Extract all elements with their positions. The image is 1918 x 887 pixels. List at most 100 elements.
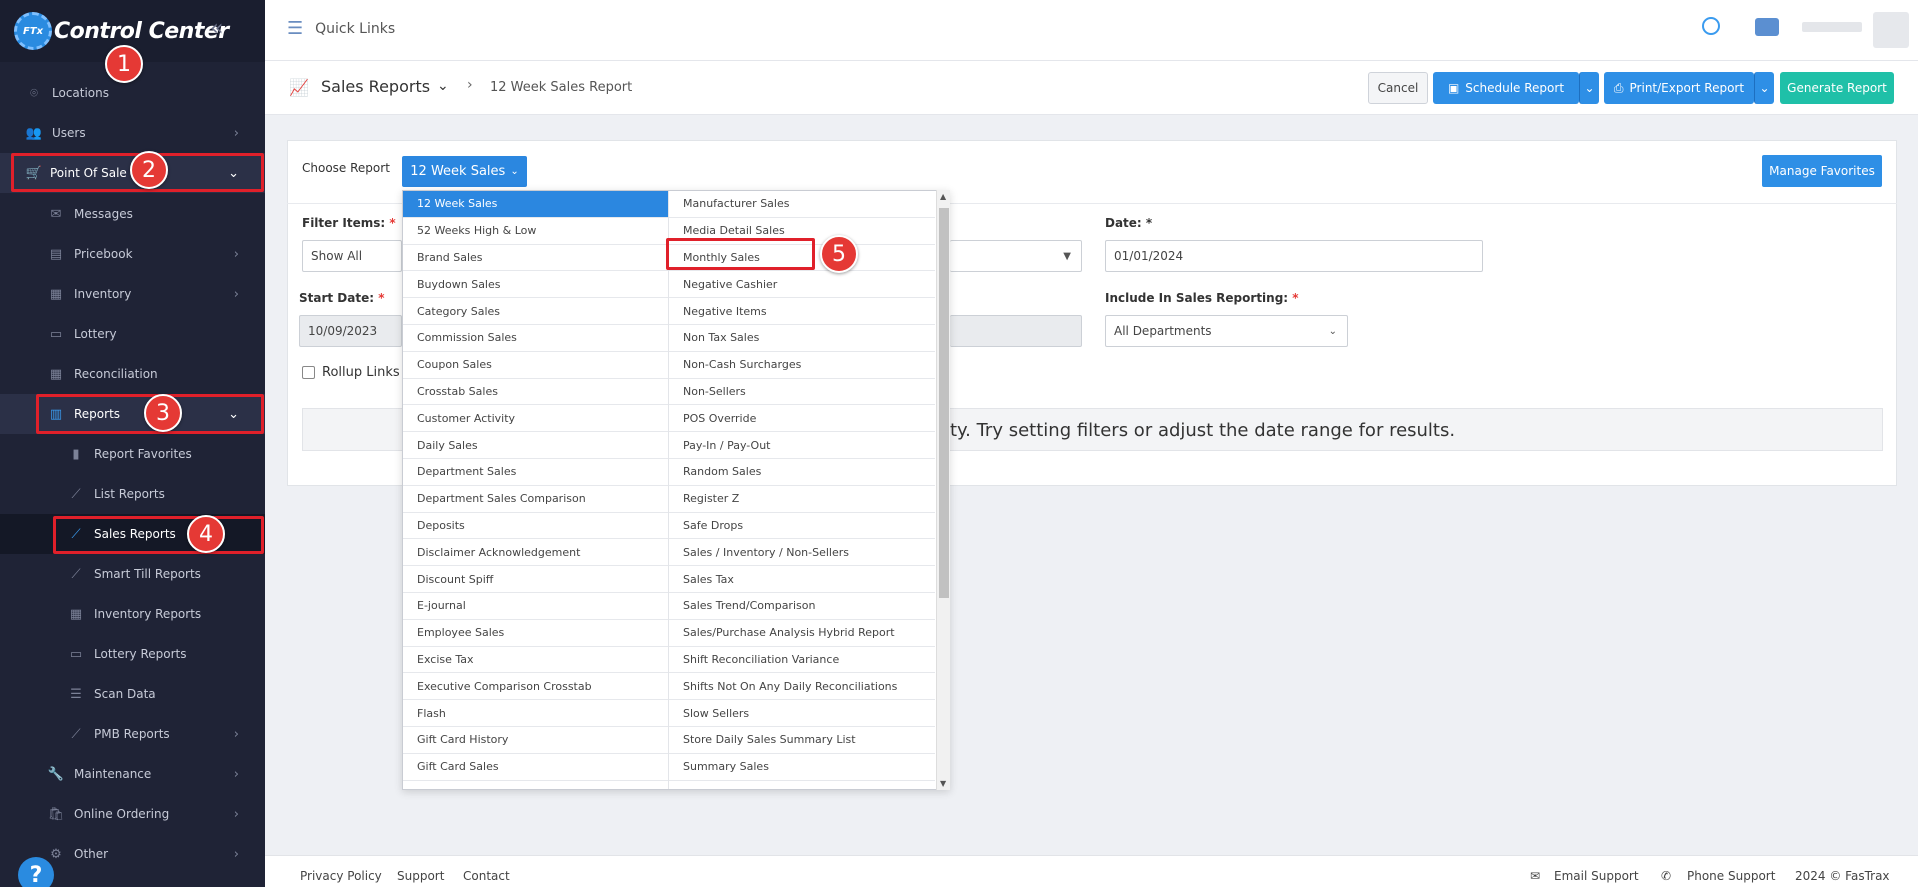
chevron-right-icon: › [233,806,239,822]
report-option[interactable]: Sales Trend/Comparison [669,593,935,620]
chat-icon[interactable] [1755,18,1779,36]
sidebar-item-inventory[interactable]: ▦ Inventory › [0,274,265,314]
report-option[interactable]: Department Sales Comparison [403,486,668,513]
sidebar-item-users[interactable]: 👥 Users › [0,113,265,153]
report-option[interactable]: Shift Reconciliation Variance [669,647,935,674]
report-option[interactable]: Negative Items [669,298,935,325]
page-title[interactable]: Sales Reports [321,77,430,96]
sidebar-item-lottery[interactable]: ▭ Lottery [0,314,265,354]
include-departments-select[interactable]: All Departments ⌄ [1105,315,1348,347]
cancel-button[interactable]: Cancel [1368,72,1428,104]
report-option[interactable]: Buydown Sales [403,271,668,299]
sidebar-item-lottery-reports[interactable]: ▭ Lottery Reports [0,634,265,674]
report-option[interactable]: Non Tax Sales [669,325,935,352]
sidebar-item-label: PMB Reports [94,727,170,741]
report-option[interactable]: Daily Sales [403,432,668,459]
report-option[interactable]: Commission Sales [403,325,668,352]
rollup-links-checkbox[interactable] [302,366,315,379]
sidebar-item-pricebook[interactable]: ▤ Pricebook › [0,234,265,274]
avatar[interactable] [1873,12,1909,48]
print-export-button[interactable]: ⎙ Print/Export Report [1604,72,1754,104]
report-option[interactable]: Store Daily Sales Summary List [669,727,935,754]
scroll-down-icon[interactable]: ▼ [940,779,946,788]
collapse-sidebar-icon[interactable]: « [210,16,223,41]
grid-icon: ▦ [49,366,63,382]
sidebar-item-report-favorites[interactable]: ▮ Report Favorites [0,434,265,474]
sidebar-item-smart-till-reports[interactable]: ⟋ Smart Till Reports [0,554,265,594]
report-option[interactable]: Employee Sales [403,620,668,647]
report-option[interactable]: Negative Cashier [669,271,935,299]
report-option[interactable]: 12 Week Sales [403,191,668,218]
phone-support-link[interactable]: Phone Support [1687,869,1775,883]
support-link[interactable]: Support [397,869,444,883]
report-option[interactable]: Suspicious Rates [669,781,935,789]
report-option[interactable]: Shifts Not On Any Daily Reconciliations [669,673,935,701]
date-input[interactable]: 01/01/2024 [1105,240,1483,272]
report-option[interactable]: Brand Sales [403,245,668,272]
sidebar-item-inventory-reports[interactable]: ▦ Inventory Reports [0,594,265,634]
report-option[interactable]: Customer Activity [403,405,668,433]
choose-report-label: Choose Report [302,161,390,175]
email-support-link[interactable]: Email Support [1554,869,1639,883]
manage-favorites-button[interactable]: Manage Favorites [1762,155,1882,187]
report-option[interactable]: Crosstab Sales [403,379,668,406]
report-option[interactable]: POS Override [669,405,935,433]
dropdown-scrollbar[interactable]: ▲ ▼ [936,190,950,790]
schedule-dropdown-button[interactable]: ⌄ [1579,72,1599,104]
user-name[interactable] [1802,22,1862,32]
report-option[interactable]: Sales / Inventory / Non-Sellers [669,539,935,567]
sidebar-item-maintenance[interactable]: 🔧 Maintenance › [0,754,265,794]
report-option[interactable]: Random Sales [669,459,935,486]
start-date-input: 10/09/2023 [299,315,402,347]
include-value: All Departments [1114,324,1212,338]
quick-links[interactable]: ☰ Quick Links [287,18,395,39]
sidebar-item-list-reports[interactable]: ⟋ List Reports [0,474,265,514]
sidebar-item-messages[interactable]: ✉ Messages [0,194,265,234]
choose-report-dropdown[interactable]: 12 Week Sales ⌄ [402,156,527,187]
report-option[interactable]: Flash [403,700,668,727]
report-option[interactable]: Safe Drops [669,513,935,540]
contact-link[interactable]: Contact [463,869,510,883]
report-option[interactable]: Sales/Purchase Analysis Hybrid Report [669,620,935,647]
report-option[interactable]: Excise Tax [403,647,668,674]
step-badge-4: 4 [187,515,225,553]
report-option[interactable]: Register Z [669,486,935,513]
report-option[interactable]: Sales Tax [669,566,935,593]
generate-report-button[interactable]: Generate Report [1780,72,1894,104]
schedule-report-button[interactable]: ▣ Schedule Report [1433,72,1579,104]
filter-items-select[interactable]: Show All [302,240,402,272]
print-dropdown-button[interactable]: ⌄ [1754,72,1774,104]
hidden-select[interactable]: ▼ [950,240,1082,272]
privacy-policy-link[interactable]: Privacy Policy [300,869,382,883]
search-icon[interactable] [1702,17,1720,35]
report-option[interactable]: Historical Tax Rates [403,781,668,789]
report-option[interactable]: E-journal [403,593,668,620]
report-option[interactable]: Slow Sellers [669,700,935,727]
sidebar-item-label: Lottery Reports [94,647,187,661]
report-option[interactable]: Non-Sellers [669,379,935,406]
report-option[interactable]: Coupon Sales [403,352,668,379]
report-option[interactable]: Category Sales [403,298,668,325]
report-option[interactable]: Gift Card History [403,727,668,754]
report-option[interactable]: Disclaimer Acknowledgement [403,539,668,567]
report-option[interactable]: Manufacturer Sales [669,191,935,218]
report-option[interactable]: Summary Sales [669,754,935,781]
sidebar-item-reconciliation[interactable]: ▦ Reconciliation [0,354,265,394]
chevron-down-icon[interactable]: ⌄ [437,78,449,94]
sidebar-item-scan-data[interactable]: ☰ Scan Data [0,674,265,714]
empty-state-text: ty. Try setting filters or adjust the da… [950,420,1456,441]
report-option[interactable]: Executive Comparison Crosstab [403,673,668,701]
scroll-up-icon[interactable]: ▲ [940,192,946,201]
report-option[interactable]: Discount Spiff [403,566,668,593]
help-icon[interactable]: ? [18,857,54,887]
report-option[interactable]: Gift Card Sales [403,754,668,781]
sidebar-item-online-ordering[interactable]: 🛍 Online Ordering › [0,794,265,834]
scrollbar-thumb[interactable] [939,208,949,598]
report-option[interactable]: Deposits [403,513,668,540]
sidebar-item-pmb-reports[interactable]: ⟋ PMB Reports › [0,714,265,754]
report-option[interactable]: Pay-In / Pay-Out [669,432,935,459]
sidebar-item-label: Lottery [74,327,117,341]
report-option[interactable]: 52 Weeks High & Low [403,218,668,245]
report-option[interactable]: Non-Cash Surcharges [669,352,935,379]
report-option[interactable]: Department Sales [403,459,668,486]
